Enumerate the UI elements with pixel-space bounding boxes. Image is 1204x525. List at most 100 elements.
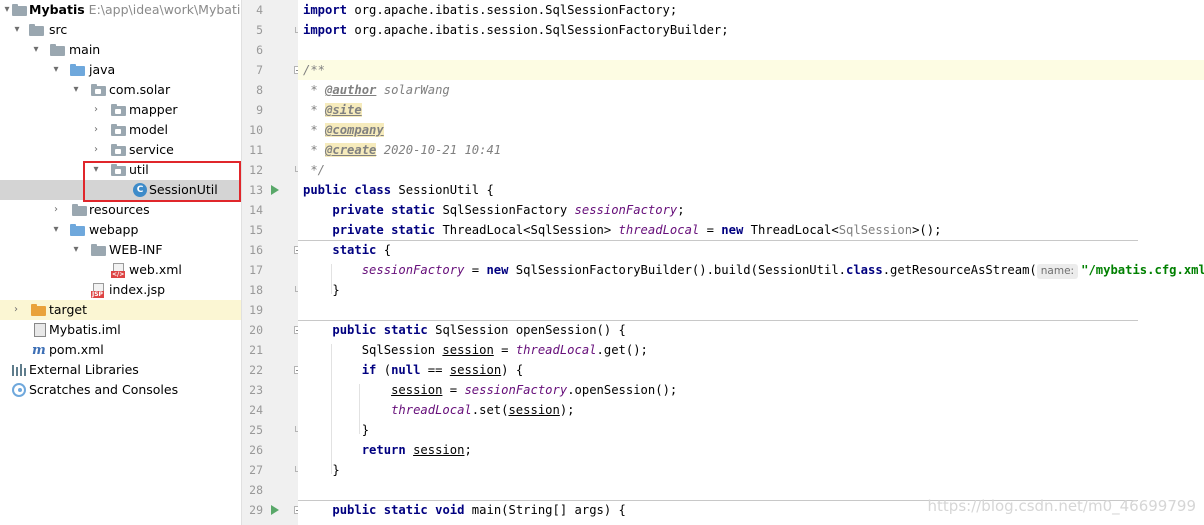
package-icon <box>111 123 126 136</box>
tree-node-root[interactable]: ▾ Mybatis E:\app\idea\work\Mybatis <box>0 0 241 20</box>
code-line: private static ThreadLocal<SqlSession> t… <box>332 223 942 237</box>
parameter-hint: name: <box>1036 264 1079 279</box>
tree-node-src[interactable]: ▾ src <box>0 20 241 40</box>
project-path: E:\app\idea\work\Mybatis <box>88 2 241 17</box>
tree-node-web-xml[interactable]: </> web.xml <box>0 260 241 280</box>
library-icon <box>12 363 27 376</box>
tree-label: service <box>129 142 174 157</box>
module-folder-icon <box>12 3 27 16</box>
tree-node-com-solar[interactable]: ▾ com.solar <box>0 80 241 100</box>
code-line: } <box>332 283 340 297</box>
line-number: 8 <box>256 83 263 97</box>
tree-node-target[interactable]: › target <box>0 300 241 320</box>
folder-icon <box>29 23 44 36</box>
code-line: static { <box>332 243 392 257</box>
code-line: } <box>361 423 370 437</box>
tree-label: pom.xml <box>49 342 104 357</box>
tree-node-external-libraries[interactable]: External Libraries <box>0 360 241 380</box>
tree-label: Scratches and Consoles <box>29 382 179 397</box>
line-number: 15 <box>249 223 263 237</box>
line-number: 5 <box>256 23 263 37</box>
line-number: 14 <box>249 203 263 217</box>
line-number: 11 <box>249 143 263 157</box>
project-tree: ▾ Mybatis E:\app\idea\work\Mybatis ▾ src … <box>0 0 241 525</box>
code-line: * @site <box>303 103 362 117</box>
line-number: 7 <box>256 63 263 77</box>
tree-node-webapp[interactable]: ▾ webapp <box>0 220 241 240</box>
watermark: https://blog.csdn.net/m0_46699799 <box>927 497 1196 515</box>
line-number: 17 <box>249 263 263 277</box>
scratches-icon <box>12 383 27 397</box>
code-line: private static SqlSessionFactory session… <box>332 203 685 217</box>
chevron-right-icon[interactable]: › <box>90 100 102 120</box>
resources-folder-icon <box>72 203 87 216</box>
tree-node-mapper[interactable]: › mapper <box>0 100 241 120</box>
line-number: 27 <box>249 463 263 477</box>
chevron-right-icon[interactable]: › <box>10 300 22 320</box>
code-line: import org.apache.ibatis.session.SqlSess… <box>303 3 678 17</box>
code-line: if (null == session) { <box>361 363 524 377</box>
code-line: return session; <box>361 443 472 457</box>
chevron-down-icon[interactable]: ▾ <box>30 40 42 60</box>
chevron-down-icon[interactable]: ▾ <box>11 20 23 40</box>
red-highlight-box <box>83 161 241 202</box>
code-line: * @author solarWang <box>303 83 450 97</box>
tree-node-mybatis-iml[interactable]: Mybatis.iml <box>0 320 241 340</box>
folder-icon <box>50 43 65 56</box>
line-number: 6 <box>256 43 263 57</box>
tree-node-index-jsp[interactable]: JSP index.jsp <box>0 280 241 300</box>
code-line: */ <box>303 163 326 177</box>
code-line: SqlSession session = threadLocal.get(); <box>361 343 648 357</box>
maven-icon: m <box>32 343 46 358</box>
project-name: Mybatis <box>29 2 85 17</box>
tree-node-java[interactable]: ▾ java <box>0 60 241 80</box>
line-number: 28 <box>249 483 263 497</box>
tree-label: Mybatis.iml <box>49 322 121 337</box>
tree-node-scratches[interactable]: Scratches and Consoles <box>0 380 241 400</box>
code-line: * @company <box>303 123 384 137</box>
code-line: threadLocal.set(session); <box>391 403 575 417</box>
web-folder-icon <box>70 223 85 236</box>
tree-label: main <box>69 42 101 57</box>
line-number: 22 <box>249 363 263 377</box>
tree-label: External Libraries <box>29 362 139 377</box>
tree-node-web-inf[interactable]: ▾ WEB-INF <box>0 240 241 260</box>
tree-node-pom-xml[interactable]: m pom.xml <box>0 340 241 360</box>
line-number: 4 <box>256 3 263 17</box>
iml-file-icon <box>33 323 48 337</box>
chevron-down-icon[interactable]: ▾ <box>50 60 62 80</box>
line-number: 21 <box>249 343 263 357</box>
chevron-down-icon[interactable]: ▾ <box>50 220 62 240</box>
tree-node-service[interactable]: › service <box>0 140 241 160</box>
chevron-down-icon[interactable]: ▾ <box>70 240 82 260</box>
editor-gutter: 4 5 6 7 8 9 10 11 12 13 14 15 16 17 18 1… <box>241 0 302 525</box>
tree-node-main[interactable]: ▾ main <box>0 40 241 60</box>
chevron-right-icon[interactable]: › <box>90 120 102 140</box>
package-icon <box>111 143 126 156</box>
tree-label: src <box>49 22 68 37</box>
chevron-right-icon[interactable]: › <box>50 200 62 220</box>
run-main-icon[interactable] <box>271 505 279 515</box>
excluded-folder-icon <box>31 303 46 316</box>
tree-node-model[interactable]: › model <box>0 120 241 140</box>
source-root-folder-icon <box>70 63 85 76</box>
code-line: public static SqlSession openSession() { <box>332 323 626 337</box>
code-editor[interactable]: import org.apache.ibatis.session.SqlSess… <box>298 0 1204 525</box>
tree-node-resources[interactable]: › resources <box>0 200 241 220</box>
chevron-right-icon[interactable]: › <box>90 140 102 160</box>
folder-icon <box>91 243 106 256</box>
tree-label: index.jsp <box>109 282 166 297</box>
tree-label: java <box>89 62 116 77</box>
line-number: 29 <box>249 503 263 517</box>
tree-label: web.xml <box>129 262 182 277</box>
line-number: 12 <box>249 163 263 177</box>
tree-label: WEB-INF <box>109 242 163 257</box>
code-line: public class SessionUtil { <box>303 183 494 197</box>
code-line: sessionFactory = new SqlSessionFactoryBu… <box>361 263 1204 279</box>
run-class-icon[interactable] <box>271 185 279 195</box>
chevron-down-icon[interactable]: ▾ <box>70 80 82 100</box>
line-number: 16 <box>249 243 263 257</box>
line-number: 23 <box>249 383 263 397</box>
